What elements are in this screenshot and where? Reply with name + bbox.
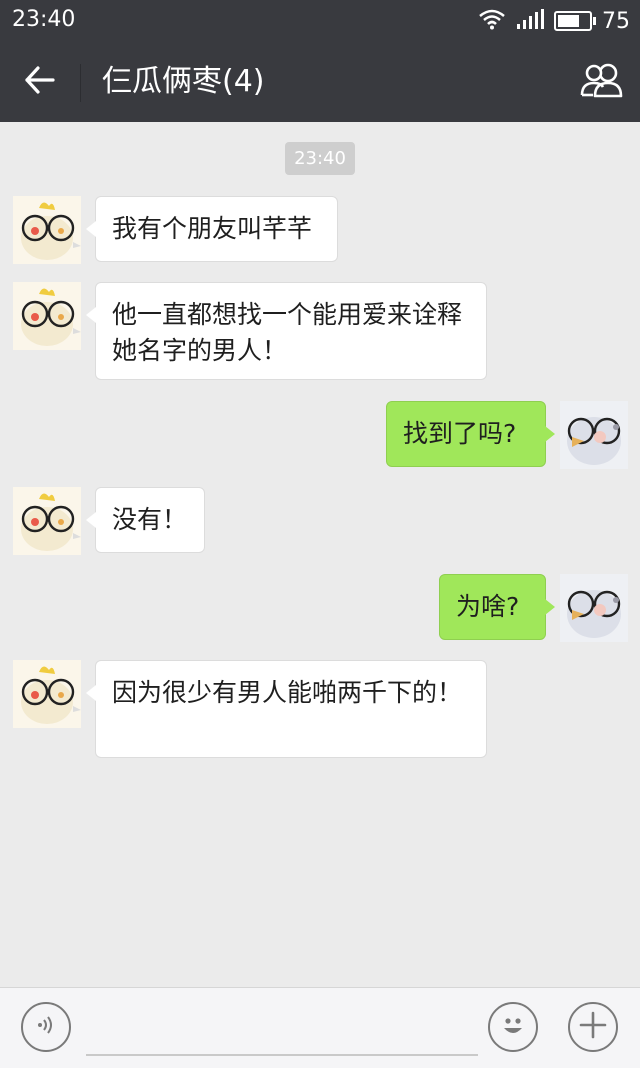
chat-title: 仨瓜俩枣(4) [102,64,265,99]
emoji-button[interactable] [488,1002,538,1052]
back-button[interactable] [16,60,64,104]
message-bubble-outgoing[interactable]: 为啥? [439,574,555,640]
message-bubble-outgoing[interactable]: 找到了吗? [386,401,555,467]
group-members-button[interactable] [576,60,628,104]
message-text: 他一直都想找一个能用爱来诠释她名字的男人！ [112,300,463,365]
message-text: 因为很少有男人能啪两千下的！ [112,678,463,707]
bird-avatar-icon [21,493,81,551]
message-text: 我有个朋友叫芊芊 [112,214,313,243]
message-text: 找到了吗? [403,419,517,448]
message-input[interactable] [86,1004,478,1056]
message-text: 没有！ [112,505,188,534]
bird-avatar-icon [21,202,81,260]
status-time: 23:40 [12,7,76,32]
plus-icon [578,1010,608,1044]
bird-avatar-icon [21,666,81,724]
group-members-icon [579,62,625,102]
my-avatar[interactable] [560,574,628,642]
my-avatar[interactable] [560,401,628,469]
status-icons: 75 [478,7,630,35]
message-bubble-incoming[interactable]: 我有个朋友叫芊芊 [86,196,338,262]
self-avatar-icon [567,590,621,638]
avatar[interactable] [13,196,81,264]
add-button[interactable] [568,1002,618,1052]
header-divider [80,64,81,102]
signal-icon [516,8,544,34]
back-arrow-icon [24,66,56,98]
emoji-icon [495,1007,531,1047]
status-bar: 23:40 75 [0,0,640,42]
message-bubble-incoming[interactable]: 他一直都想找一个能用爱来诠释她名字的男人！ [86,282,487,380]
avatar[interactable] [13,282,81,350]
message-timestamp: 23:40 [285,142,355,175]
voice-icon [34,1013,58,1041]
wifi-icon [478,8,506,34]
message-text: 为啥? [456,592,520,621]
message-bubble-incoming[interactable]: 因为很少有男人能啪两千下的！ [86,660,487,758]
message-bubble-incoming[interactable]: 没有！ [86,487,205,553]
voice-button[interactable] [21,1002,71,1052]
avatar[interactable] [13,660,81,728]
battery-percent: 75 [602,8,630,34]
avatar[interactable] [13,487,81,555]
input-bar [0,987,640,1068]
bird-avatar-icon [21,288,81,346]
self-avatar-icon [567,417,621,465]
battery-icon [554,11,596,31]
chat-header: 仨瓜俩枣(4) [0,42,640,122]
